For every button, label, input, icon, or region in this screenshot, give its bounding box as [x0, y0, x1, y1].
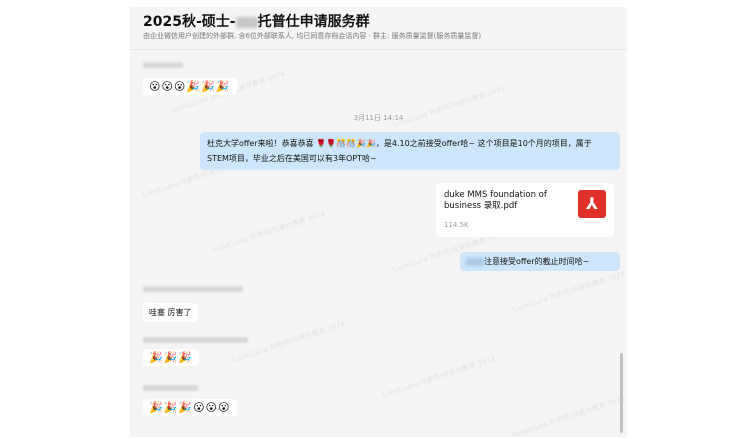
watermark: Luna(Luna 刘老师)托普仕教育 3974 — [211, 210, 326, 254]
sender-name — [143, 337, 248, 343]
scrollbar[interactable] — [620, 353, 623, 433]
watermark: Luna(Luna 刘老师)托普仕教育 3974 — [511, 395, 626, 437]
file-size: 114.5K — [444, 221, 469, 229]
title-prefix: 2025秋-硕士- — [143, 14, 236, 30]
watermark: Luna(Luna 刘老师)托普仕教育 3974 — [231, 320, 346, 364]
pdf-icon: ⅄ — [578, 190, 606, 218]
message-bubble[interactable]: 😮😮😮🎉🎉🎉 — [143, 78, 237, 95]
redacted-name — [235, 16, 258, 28]
file-attachment[interactable]: duke MMS foundation of business 录取.pdf 1… — [436, 183, 614, 237]
redacted-text — [466, 257, 484, 266]
message-bubble[interactable]: 哇塞 厉害了 — [143, 303, 198, 322]
watermark: Luna(Luna 刘老师)托普仕教育 3974 — [391, 85, 506, 129]
chat-header: 2025秋-硕士- 托普仕申请服务群 由企业微信用户创建的外部群, 含6位外部联系… — [130, 7, 627, 50]
message-bubble-outgoing[interactable]: 注意接受offer的截止时间哈~ — [460, 252, 620, 271]
group-title: 2025秋-硕士- 托普仕申请服务群 — [143, 11, 370, 31]
sender-name — [143, 286, 243, 292]
message-text: 注意接受offer的截止时间哈~ — [484, 257, 590, 266]
title-suffix: 托普仕申请服务群 — [257, 14, 370, 30]
watermark: Luna(Luna 刘老师)托普仕教育 3974 — [381, 355, 496, 399]
message-bubble[interactable]: 🎉🎉🎉 — [143, 349, 200, 366]
chat-window: 2025秋-硕士- 托普仕申请服务群 由企业微信用户创建的外部群, 含6位外部联系… — [130, 7, 627, 437]
file-name: duke MMS foundation of business 录取.pdf — [444, 190, 547, 211]
message-bubble[interactable]: 🎉🎉🎉😮😮😮 — [143, 399, 237, 416]
timestamp: 3月11日 14:14 — [353, 114, 404, 122]
group-subtitle: 由企业微信用户创建的外部群, 含6位外部联系人, 均已同意存档会话内容 · 群主… — [143, 32, 482, 40]
sender-name — [143, 62, 183, 68]
message-bubble-outgoing[interactable]: 杜克大学offer来啦！恭喜恭喜 🌹🌹🎊🎊🎉🎉，是4.10之前接受offer哈~… — [200, 132, 620, 170]
sender-name — [143, 385, 198, 391]
watermark: Luna(Luna 刘老师)托普仕教育 3974 — [511, 270, 626, 314]
